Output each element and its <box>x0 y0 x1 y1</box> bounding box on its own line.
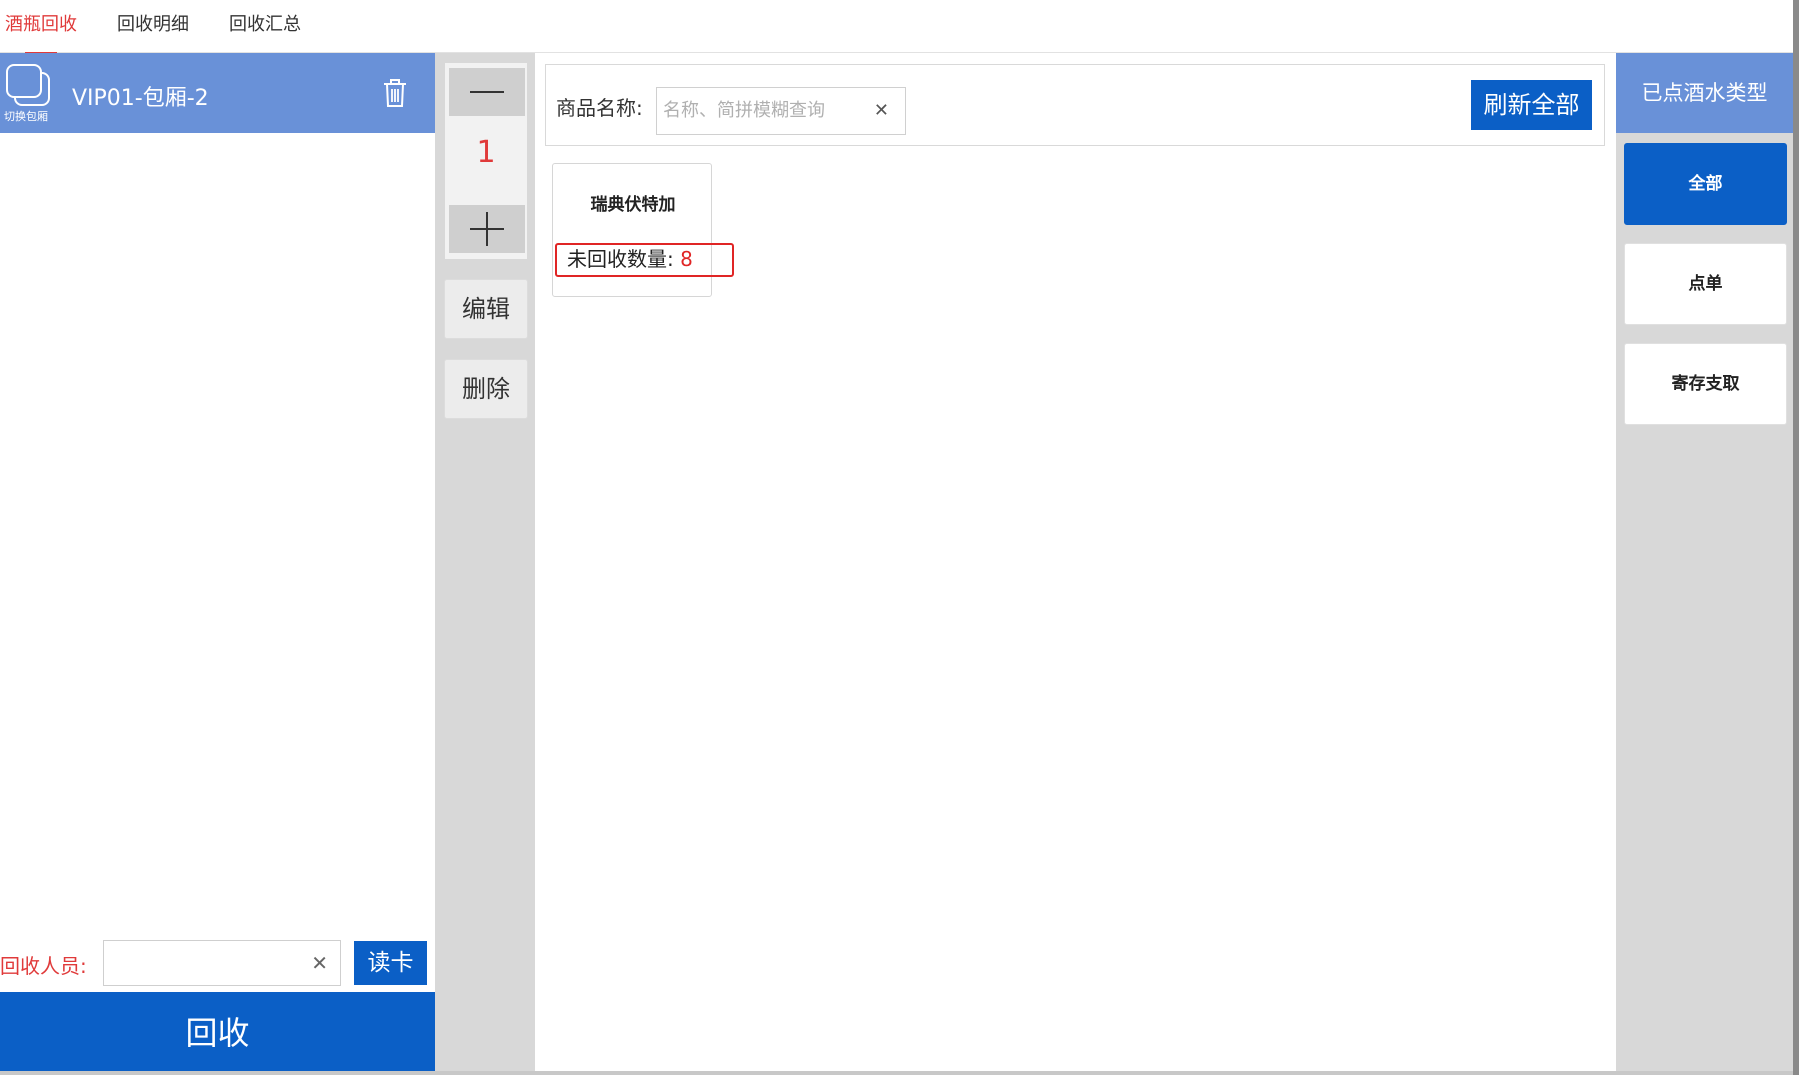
top-tab-bar: 酒瓶回收 回收明细 回收汇总 <box>0 0 1793 54</box>
product-card[interactable]: 瑞典伏特加 未回收数量: 8 <box>552 163 734 297</box>
read-card-button[interactable]: 读卡 <box>354 941 427 985</box>
category-order-button[interactable]: 点单 <box>1624 243 1787 325</box>
drink-type-header: 已点酒水类型 <box>1616 53 1793 133</box>
search-bar: 商品名称: ✕ 刷新全部 <box>545 64 1605 146</box>
switch-room-label[interactable]: 切换包厢 <box>4 108 48 124</box>
quantity-panel: 1 编辑 删除 <box>435 53 535 1075</box>
search-input-box[interactable]: ✕ <box>656 87 906 135</box>
plus-button[interactable] <box>449 205 525 253</box>
collector-label: 回收人员: <box>0 954 87 978</box>
bottom-border <box>0 1071 1793 1075</box>
minus-button[interactable] <box>449 68 525 116</box>
product-panel: 商品名称: ✕ 刷新全部 瑞典伏特加 未回收数量: 8 <box>535 53 1616 1075</box>
room-name: VIP01-包厢-2 <box>72 86 209 111</box>
search-label: 商品名称: <box>556 96 643 120</box>
minus-icon <box>470 91 504 93</box>
tab-recycle-summary[interactable]: 回收汇总 <box>229 10 301 46</box>
clear-icon[interactable]: ✕ <box>311 951 328 975</box>
unrecycled-quantity-value: 8 <box>680 247 693 271</box>
refresh-all-button[interactable]: 刷新全部 <box>1471 80 1592 130</box>
delete-button[interactable]: 删除 <box>444 359 528 419</box>
drink-type-panel: 已点酒水类型 全部 点单 寄存支取 <box>1616 53 1793 1075</box>
window-edge <box>1793 0 1799 1075</box>
clear-icon[interactable]: ✕ <box>874 100 889 121</box>
tab-bottle-recycle[interactable]: 酒瓶回收 <box>5 10 77 54</box>
quantity-stepper: 1 <box>445 63 527 259</box>
category-all-button[interactable]: 全部 <box>1624 143 1787 225</box>
product-name: 瑞典伏特加 <box>590 195 676 215</box>
search-input[interactable] <box>663 88 863 132</box>
room-header: 切换包厢 VIP01-包厢-2 <box>0 53 435 133</box>
recycle-button[interactable]: 回收 <box>0 992 435 1075</box>
trash-icon[interactable] <box>383 79 407 107</box>
edit-button[interactable]: 编辑 <box>444 279 528 339</box>
tab-recycle-detail[interactable]: 回收明细 <box>117 10 189 46</box>
unrecycled-quantity-label: 未回收数量: <box>567 247 674 271</box>
switch-room-icon[interactable] <box>5 63 51 107</box>
recycle-list-area <box>0 133 435 991</box>
collector-input[interactable]: ✕ <box>103 940 341 986</box>
recycle-page: 酒瓶回收 回收明细 回收汇总 切换包厢 VIP01-包厢-2 回收人员: ✕ 读… <box>0 0 1799 1075</box>
category-deposit-button[interactable]: 寄存支取 <box>1624 343 1787 425</box>
quantity-value: 1 <box>476 135 496 170</box>
unrecycled-quantity: 未回收数量: 8 <box>555 243 734 277</box>
